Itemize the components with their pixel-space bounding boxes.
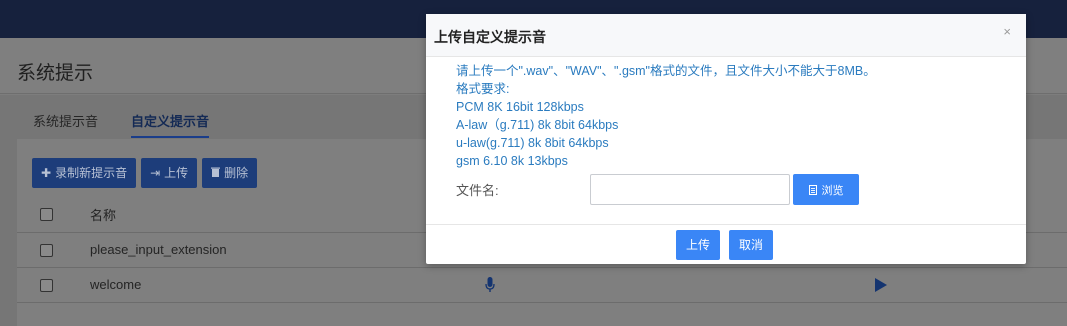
dialog-header: 上传自定义提示音 ×	[426, 14, 1026, 57]
toolbar: ✚ 录制新提示音 ⇥ 上传 删除	[32, 158, 258, 188]
row-checkbox[interactable]	[40, 244, 53, 257]
note-format-pcm: PCM 8K 16bit 128kbps	[456, 100, 584, 114]
delete-label: 删除	[224, 166, 249, 180]
select-all-checkbox[interactable]	[40, 208, 53, 221]
dialog-title: 上传自定义提示音	[434, 29, 546, 45]
file-name-label: 文件名:	[456, 183, 499, 198]
tab-system-prompts[interactable]: 系统提示音	[33, 111, 98, 138]
close-icon[interactable]: ×	[1003, 24, 1011, 39]
plus-icon: ✚	[41, 166, 52, 180]
format-requirements: 请上传一个".wav"、"WAV"、".gsm"格式的文件，且文件大小不能大于8…	[456, 62, 876, 170]
dialog-footer: 上传 取消	[426, 224, 1026, 264]
microphone-icon[interactable]	[485, 277, 495, 293]
trash-icon	[211, 158, 221, 188]
upload-button[interactable]: ⇥ 上传	[141, 158, 198, 188]
row-checkbox[interactable]	[40, 279, 53, 292]
upload-custom-prompt-dialog: 上传自定义提示音 × 请上传一个".wav"、"WAV"、".gsm"格式的文件…	[426, 14, 1026, 264]
play-icon[interactable]	[875, 278, 887, 292]
page-title: 系统提示	[17, 63, 94, 84]
note-upload-instruction: 请上传一个".wav"、"WAV"、".gsm"格式的文件，且文件大小不能大于8…	[456, 64, 876, 78]
note-format-alaw: A-law（g.711) 8k 8bit 64kbps	[456, 118, 619, 132]
file-name-field[interactable]	[590, 174, 790, 205]
note-format-heading: 格式要求:	[456, 82, 510, 96]
row-name: welcome	[90, 277, 142, 292]
row-name: please_input_extension	[90, 242, 227, 257]
column-header-name: 名称	[90, 208, 117, 223]
table-row: welcome	[17, 268, 1067, 303]
upload-label: 上传	[164, 166, 189, 180]
file-icon	[808, 184, 817, 195]
note-format-gsm: gsm 6.10 8k 13kbps	[456, 154, 568, 168]
browse-button[interactable]: 浏览	[793, 174, 859, 205]
note-format-ulaw: u-law(g.711) 8k 8bit 64kbps	[456, 136, 609, 150]
record-new-prompt-label: 录制新提示音	[55, 166, 128, 180]
dialog-upload-button[interactable]: 上传	[676, 230, 721, 260]
browse-label: 浏览	[821, 184, 844, 197]
tab-custom-prompts[interactable]: 自定义提示音	[131, 111, 210, 138]
dialog-cancel-button[interactable]: 取消	[729, 230, 774, 260]
tab-bar: 系统提示音 自定义提示音	[33, 111, 210, 138]
sign-in-icon: ⇥	[150, 166, 161, 180]
record-new-prompt-button[interactable]: ✚ 录制新提示音	[32, 158, 137, 188]
delete-button[interactable]: 删除	[202, 158, 258, 188]
